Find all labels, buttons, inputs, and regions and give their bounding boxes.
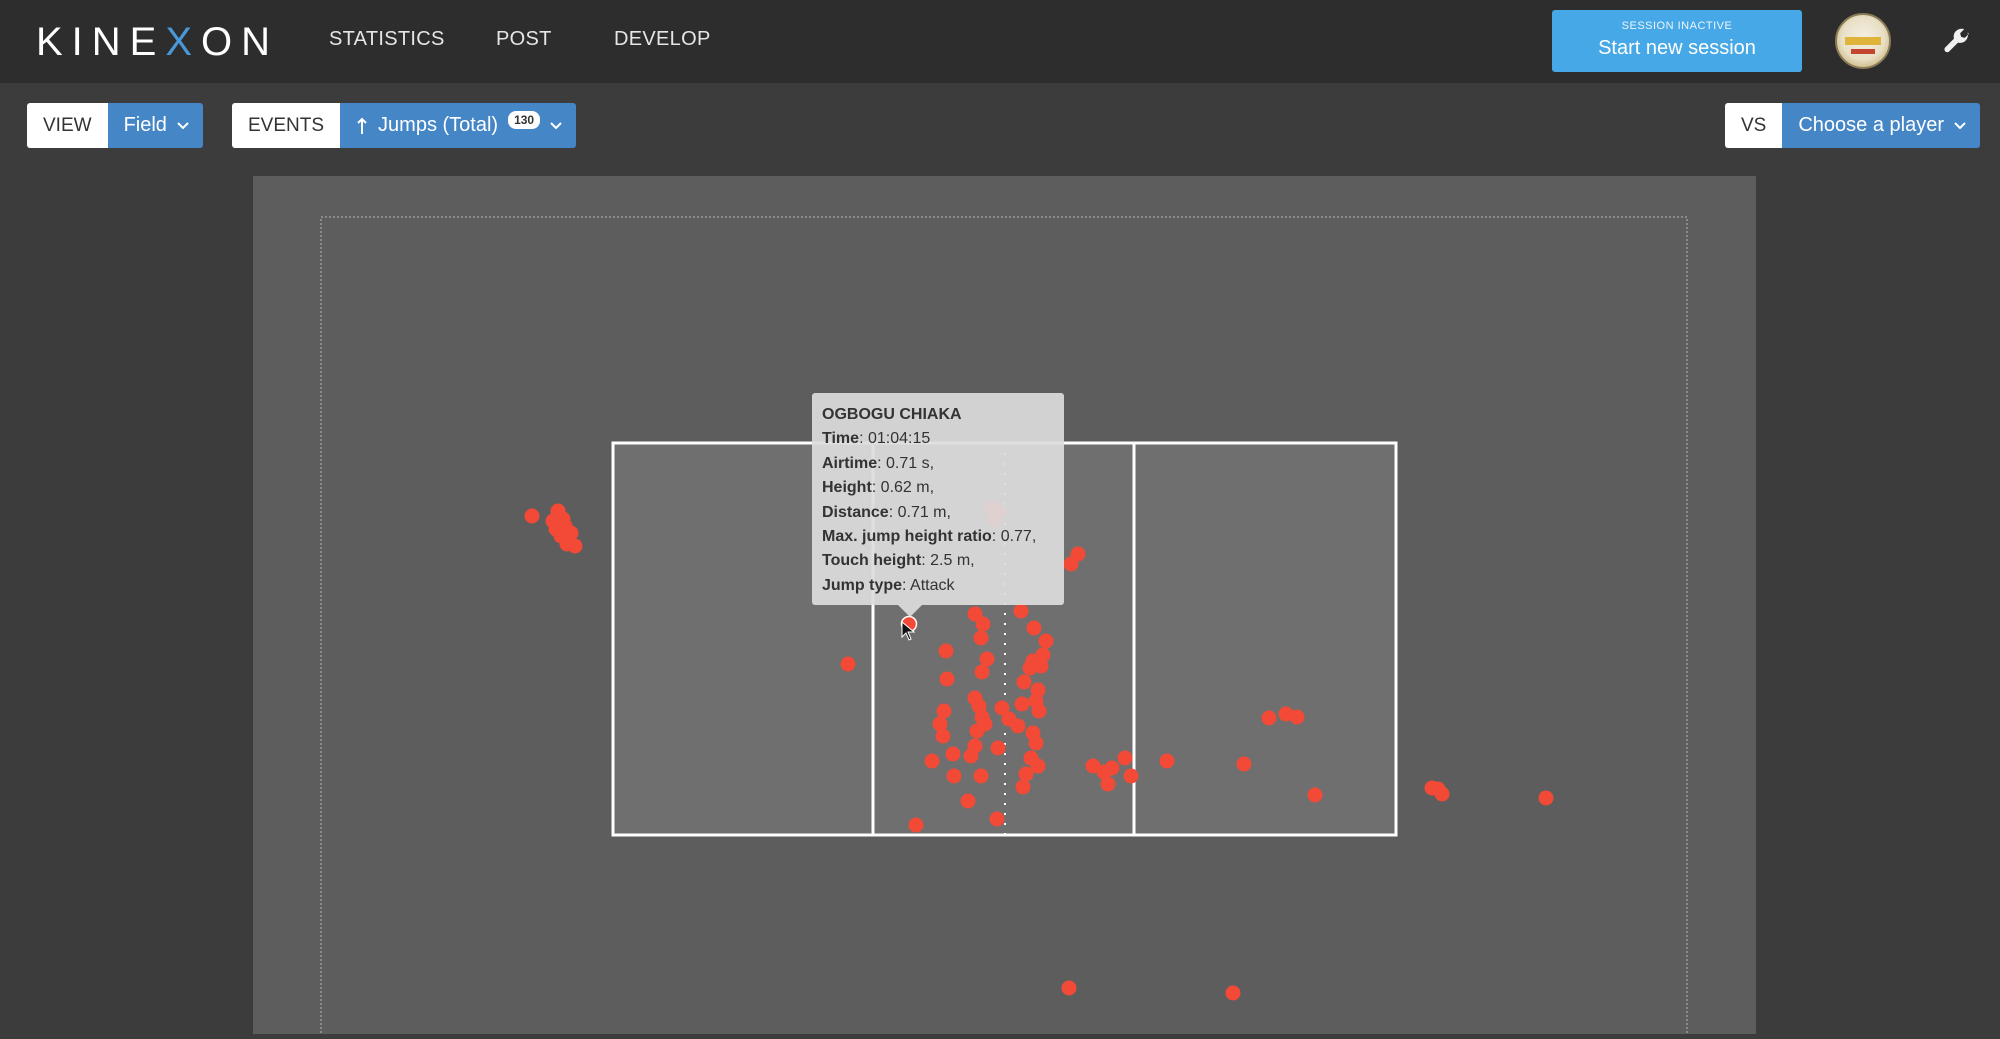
kinexon-logo[interactable]: KINEXON — [36, 18, 279, 66]
jump-marker[interactable] — [979, 651, 995, 667]
events-label: EVENTS — [232, 103, 341, 148]
jump-marker[interactable] — [1434, 786, 1450, 802]
wrench-icon[interactable] — [1942, 26, 1972, 56]
jump-marker[interactable] — [908, 817, 924, 833]
view-label: VIEW — [27, 103, 108, 148]
court-diagram[interactable] — [253, 176, 1756, 1039]
avatar-emblem-stripe — [1851, 49, 1875, 54]
tooltip-player-name: OGBOGU CHIAKA — [822, 406, 962, 423]
jump-marker[interactable] — [938, 643, 954, 659]
events-dropdown-value: Jumps (Total) — [378, 114, 499, 136]
jump-marker[interactable] — [1038, 633, 1054, 649]
chevron-down-icon — [1954, 121, 1966, 129]
jump-marker[interactable] — [1538, 790, 1554, 806]
arrow-up-icon — [357, 117, 367, 134]
jump-marker[interactable] — [1307, 787, 1323, 803]
session-action-label: Start new session — [1598, 37, 1756, 59]
jump-marker[interactable] — [973, 630, 989, 646]
jump-marker[interactable] — [924, 753, 940, 769]
tooltip-row-height: Height: 0.62 m, — [822, 479, 935, 497]
choose-player-dropdown[interactable]: Choose a player — [1782, 103, 1981, 148]
jump-marker[interactable] — [1159, 753, 1175, 769]
chevron-down-icon — [177, 121, 189, 129]
view-dropdown[interactable]: Field — [107, 103, 203, 148]
nav-develop[interactable]: DEVELOP — [614, 28, 711, 51]
tooltip-row-jump-type: Jump type: Attack — [822, 576, 955, 594]
nav-post[interactable]: POST — [496, 28, 552, 51]
jump-marker[interactable] — [975, 616, 991, 632]
tooltip-row-time: Time: 01:04:15 — [822, 430, 931, 448]
jump-marker[interactable] — [977, 716, 993, 732]
jump-marker[interactable] — [990, 740, 1006, 756]
jump-marker[interactable] — [1063, 556, 1079, 572]
vs-label: VS — [1725, 103, 1783, 148]
logo-text-x: X — [165, 20, 202, 64]
jump-marker[interactable] — [1100, 776, 1116, 792]
jump-marker[interactable] — [1117, 750, 1133, 766]
avatar-emblem — [1845, 37, 1881, 45]
jump-marker[interactable] — [963, 748, 979, 764]
nav-statistics[interactable]: STATISTICS — [329, 28, 445, 51]
events-dropdown[interactable]: Jumps (Total) 130 — [340, 103, 577, 148]
jump-marker[interactable] — [1010, 718, 1026, 734]
jump-marker[interactable] — [1015, 779, 1031, 795]
jump-marker[interactable] — [935, 728, 951, 744]
vs-selector: VS Choose a player — [1725, 103, 1981, 148]
team-avatar[interactable] — [1835, 13, 1891, 69]
jump-marker[interactable] — [1033, 658, 1049, 674]
choose-player-value: Choose a player — [1798, 114, 1945, 136]
events-selector: EVENTS Jumps (Total) 130 — [232, 103, 577, 148]
jump-marker[interactable] — [1289, 709, 1305, 725]
jump-marker[interactable] — [946, 768, 962, 784]
jump-marker[interactable] — [1225, 985, 1241, 1001]
jump-marker[interactable] — [936, 703, 952, 719]
jump-marker[interactable] — [1123, 768, 1139, 784]
jump-marker[interactable] — [1016, 674, 1032, 690]
jump-marker[interactable] — [1028, 735, 1044, 751]
jump-marker[interactable] — [1104, 760, 1120, 776]
jump-marker[interactable] — [960, 793, 976, 809]
view-selector: VIEW Field — [27, 103, 203, 148]
jump-marker[interactable] — [974, 664, 990, 680]
chevron-down-icon — [550, 121, 562, 129]
session-status-label: SESSION INACTIVE — [1621, 20, 1733, 32]
jump-marker[interactable] — [1026, 620, 1042, 636]
jump-marker[interactable] — [1261, 710, 1277, 726]
logo-text-suffix: ON — [201, 20, 280, 64]
start-new-session-button[interactable]: SESSION INACTIVE Start new session — [1552, 10, 1802, 72]
jump-marker[interactable] — [840, 656, 856, 672]
jump-tooltip: OGBOGU CHIAKA Time: 01:04:15 Airtime: 0.… — [812, 393, 1064, 617]
tooltip-row-distance: Distance: 0.71 m, — [822, 503, 951, 521]
mouse-cursor-icon — [901, 621, 916, 641]
jump-marker[interactable] — [939, 671, 955, 687]
jump-marker[interactable] — [989, 811, 1005, 827]
jump-marker[interactable] — [567, 538, 583, 554]
jump-marker[interactable] — [1013, 603, 1029, 619]
jump-marker[interactable] — [973, 768, 989, 784]
jump-marker[interactable] — [524, 508, 540, 524]
jump-marker[interactable] — [1014, 696, 1030, 712]
top-navigation-bar: KINEXON STATISTICS POST DEVELOP SESSION … — [0, 0, 2000, 83]
jump-marker[interactable] — [1236, 756, 1252, 772]
field-view[interactable]: OGBOGU CHIAKA Time: 01:04:15 Airtime: 0.… — [253, 176, 1756, 1039]
jump-marker[interactable] — [945, 746, 961, 762]
tooltip-row-airtime: Airtime: 0.71 s, — [822, 454, 935, 472]
tooltip-row-max-jump-ratio: Max. jump height ratio: 0.77, — [822, 528, 1037, 546]
logo-text-prefix: KINE — [36, 20, 166, 64]
events-count-badge: 130 — [508, 110, 541, 129]
jump-marker[interactable] — [1061, 980, 1077, 996]
view-dropdown-value: Field — [123, 114, 167, 136]
tooltip-row-touch-height: Touch height: 2.5 m, — [822, 552, 975, 570]
jump-marker[interactable] — [1018, 766, 1034, 782]
jump-marker[interactable] — [1031, 703, 1047, 719]
